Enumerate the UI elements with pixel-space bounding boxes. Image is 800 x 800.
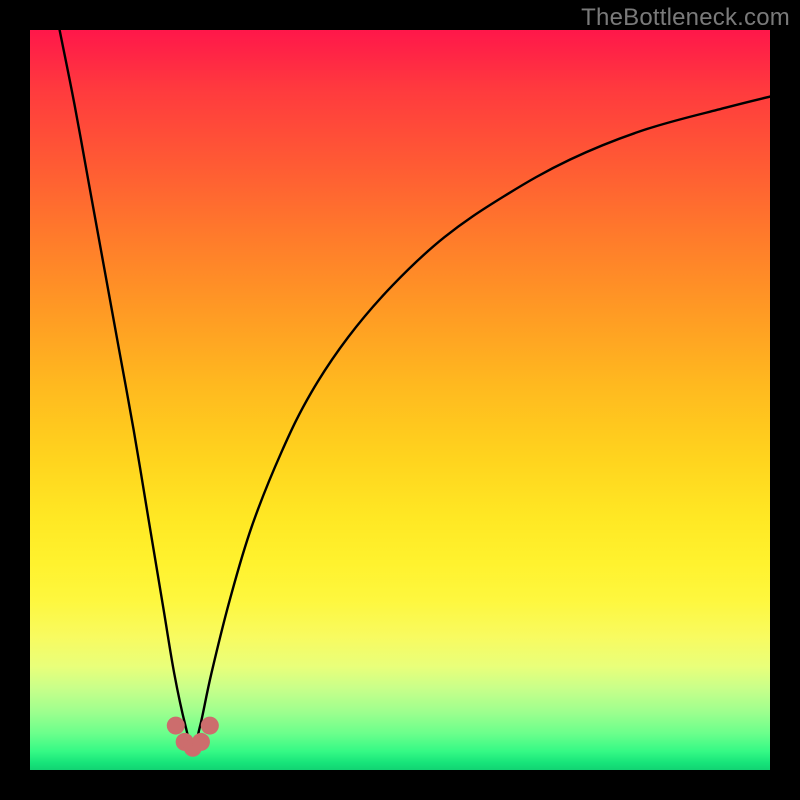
valley-markers xyxy=(30,30,770,770)
plot-area xyxy=(30,30,770,770)
valley-marker-dot xyxy=(201,717,219,735)
valley-marker-dot xyxy=(167,717,185,735)
valley-marker-dot xyxy=(192,733,210,751)
chart-frame: TheBottleneck.com xyxy=(0,0,800,800)
watermark-text: TheBottleneck.com xyxy=(581,4,790,32)
